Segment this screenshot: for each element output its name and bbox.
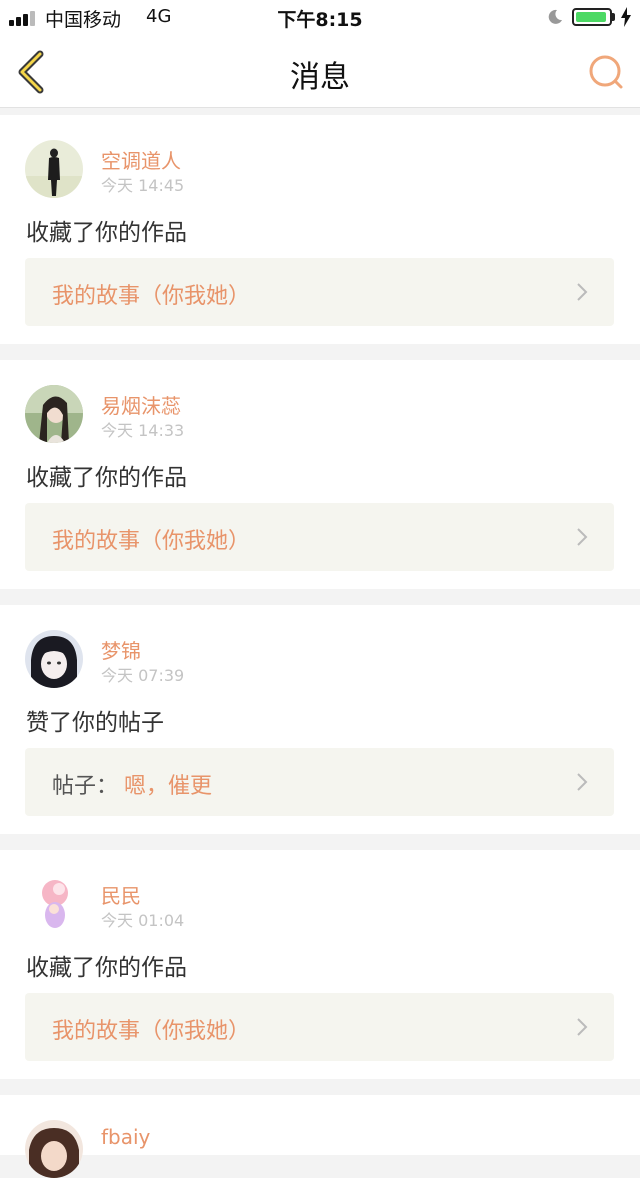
notification-card: 民民 今天 01:04 收藏了你的作品 我的故事（你我她） bbox=[0, 850, 640, 1079]
action-text: 赞了你的帖子 bbox=[26, 710, 164, 736]
timestamp: 今天 01:04 bbox=[101, 911, 185, 930]
linked-work-button[interactable]: 我的故事（你我她） bbox=[25, 993, 614, 1061]
linked-work-title: 我的故事（你我她） bbox=[52, 529, 251, 554]
linked-work-button[interactable]: 我的故事（你我她） bbox=[25, 503, 614, 571]
timestamp: 今天 14:45 bbox=[101, 176, 185, 195]
search-button[interactable] bbox=[586, 52, 626, 92]
linked-post-prefix: 帖子： bbox=[52, 774, 119, 799]
username[interactable]: fbaiy bbox=[101, 1125, 150, 1149]
username[interactable]: 易烟沫蕊 bbox=[101, 390, 181, 419]
notification-card: 易烟沫蕊 今天 14:33 收藏了你的作品 我的故事（你我她） bbox=[0, 360, 640, 589]
action-text: 收藏了你的作品 bbox=[26, 220, 187, 246]
avatar[interactable] bbox=[25, 875, 83, 933]
search-icon bbox=[589, 55, 623, 89]
chevron-right-icon bbox=[577, 528, 588, 546]
notification-card: 梦锦 今天 07:39 赞了你的帖子 帖子： 嗯，催更 bbox=[0, 605, 640, 834]
action-text: 收藏了你的作品 bbox=[26, 955, 187, 981]
linked-post-title: 嗯，催更 bbox=[124, 774, 213, 799]
chevron-right-icon bbox=[577, 1018, 588, 1036]
charging-bolt-icon bbox=[621, 7, 631, 27]
username[interactable]: 民民 bbox=[101, 880, 141, 909]
notification-list: 空调道人 今天 14:45 收藏了你的作品 我的故事（你我她） 易烟沫蕊 今天 … bbox=[0, 115, 640, 1178]
username[interactable]: 空调道人 bbox=[101, 145, 181, 174]
status-time: 下午8:15 bbox=[277, 9, 363, 31]
notification-card: fbaiy bbox=[0, 1095, 640, 1178]
linked-work-title: 我的故事（你我她） bbox=[52, 284, 251, 309]
linked-work-button[interactable]: 我的故事（你我她） bbox=[25, 258, 614, 326]
username[interactable]: 梦锦 bbox=[101, 635, 141, 664]
page-title: 消息 bbox=[290, 60, 350, 95]
timestamp: 今天 07:39 bbox=[101, 666, 185, 685]
timestamp: 今天 14:33 bbox=[101, 421, 185, 440]
do-not-disturb-moon-icon bbox=[548, 9, 562, 24]
avatar[interactable] bbox=[25, 140, 83, 198]
chevron-right-icon bbox=[577, 773, 588, 791]
chevron-right-icon bbox=[577, 283, 588, 301]
notification-card: 空调道人 今天 14:45 收藏了你的作品 我的故事（你我她） bbox=[0, 115, 640, 344]
avatar[interactable] bbox=[25, 1120, 83, 1178]
status-bar: 中国移动 4G 下午8:15 bbox=[0, 0, 640, 34]
battery-icon bbox=[572, 8, 612, 26]
linked-work-title: 我的故事（你我她） bbox=[52, 1019, 251, 1044]
navigation-bar: 消息 bbox=[0, 34, 640, 108]
action-text: 收藏了你的作品 bbox=[26, 465, 187, 491]
avatar[interactable] bbox=[25, 630, 83, 688]
linked-post-button[interactable]: 帖子： 嗯，催更 bbox=[25, 748, 614, 816]
avatar[interactable] bbox=[25, 385, 83, 443]
